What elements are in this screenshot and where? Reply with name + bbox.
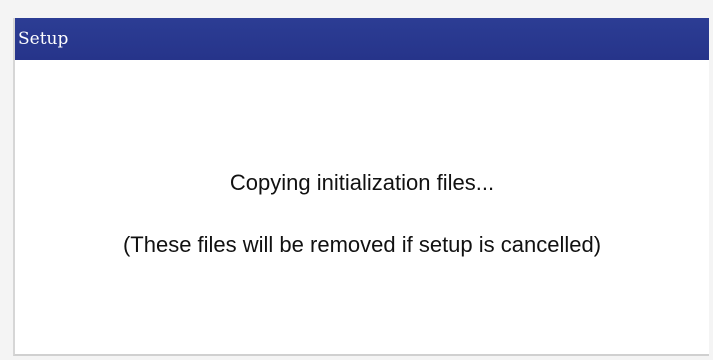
title-bar[interactable]: Setup [15,18,709,60]
status-message: Copying initialization files... [229,170,495,195]
window-title: Setup [18,29,69,49]
setup-dialog: Setup Copying initialization files... (T… [13,18,709,356]
dialog-body: Copying initialization files... (These f… [15,60,709,354]
note-message: (These files will be removed if setup is… [122,232,602,257]
